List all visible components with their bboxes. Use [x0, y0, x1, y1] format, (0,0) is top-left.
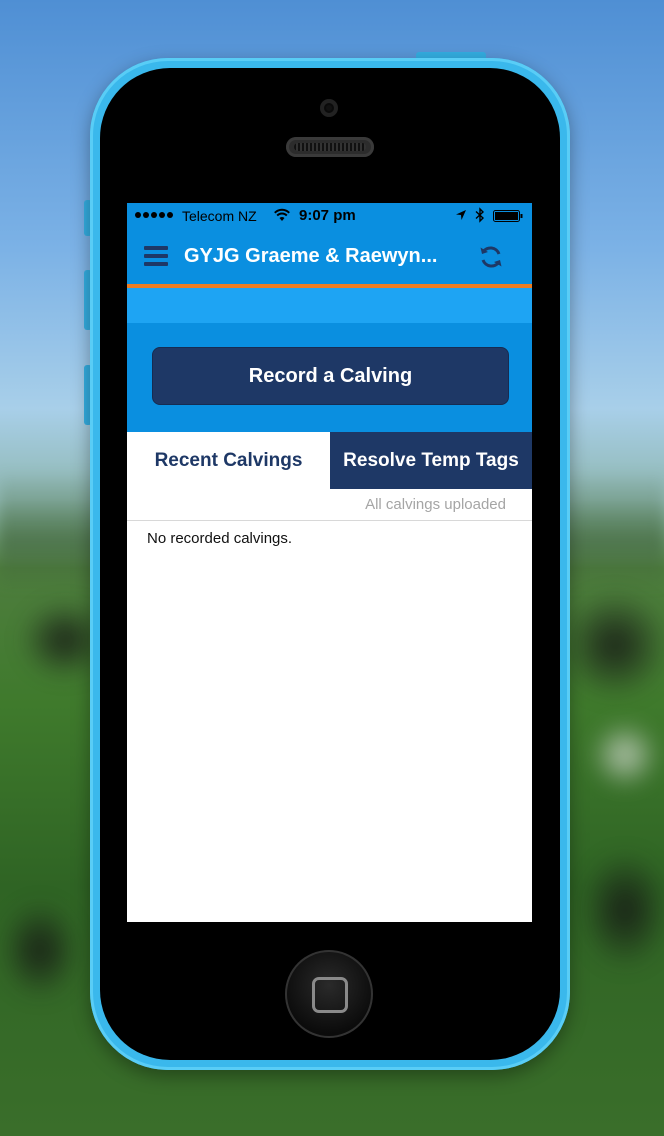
home-button[interactable] [285, 950, 373, 1038]
location-arrow-icon [456, 210, 466, 220]
earpiece-speaker [286, 137, 374, 157]
background-cow [560, 590, 664, 700]
carrier-label: Telecom NZ [182, 208, 257, 224]
record-area: Record a Calving [127, 323, 532, 432]
background-cow [580, 850, 664, 970]
navigation-bar: GYJG Graeme & Raewyn... [127, 229, 532, 284]
refresh-icon[interactable] [477, 243, 505, 271]
tab-bar: Recent Calvings Resolve Temp Tags [127, 432, 532, 489]
home-button-icon [312, 977, 348, 1013]
tab-recent-calvings[interactable]: Recent Calvings [127, 432, 330, 489]
upload-status-text: All calvings uploaded [365, 496, 506, 513]
background-cow [590, 720, 660, 790]
app-screen: Telecom NZ 9:07 pm GYJG Graeme & Raewyn.… [127, 203, 532, 922]
background-cow [0, 900, 80, 1000]
clock-label: 9:07 pm [299, 207, 356, 224]
status-bar: Telecom NZ 9:07 pm [127, 203, 532, 229]
bluetooth-icon [475, 207, 485, 223]
battery-icon [493, 210, 523, 222]
farm-title: GYJG Graeme & Raewyn... [184, 245, 438, 267]
upload-status-bar: All calvings uploaded [127, 489, 532, 521]
front-camera [320, 99, 338, 117]
signal-strength-icon [135, 212, 173, 218]
record-calving-button[interactable]: Record a Calving [152, 347, 509, 405]
empty-list-message: No recorded calvings. [147, 530, 293, 547]
header-strip [127, 288, 532, 323]
wifi-icon [274, 208, 290, 221]
menu-icon[interactable] [144, 246, 168, 266]
tab-resolve-temp-tags[interactable]: Resolve Temp Tags [330, 432, 532, 489]
